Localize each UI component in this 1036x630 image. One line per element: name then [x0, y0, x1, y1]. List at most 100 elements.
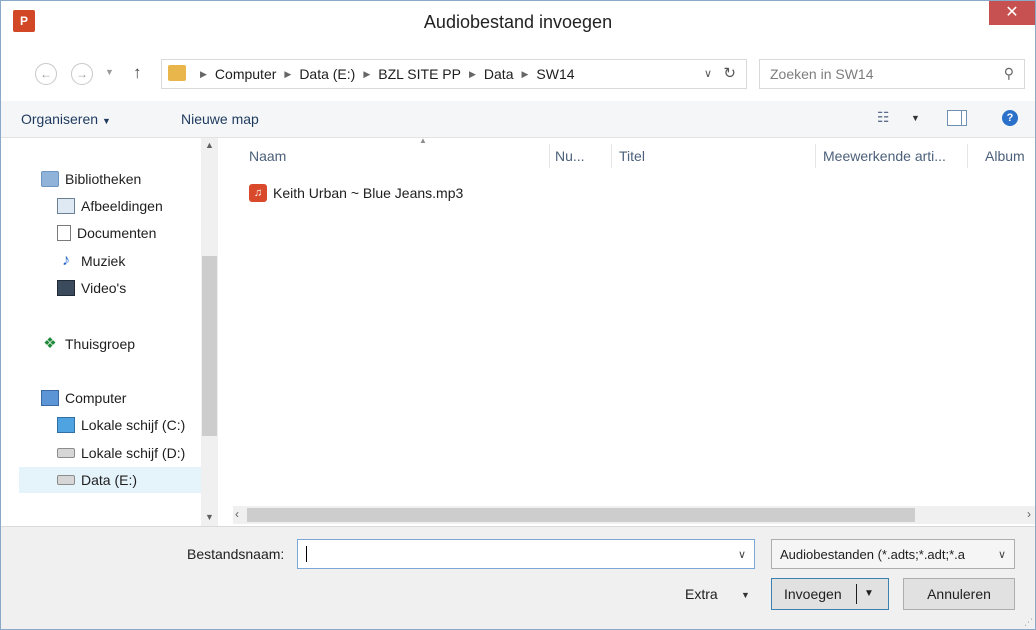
filename-input[interactable]: ∨	[297, 539, 755, 569]
recent-locations-chevron-icon[interactable]: ▼	[105, 67, 114, 77]
sort-ascending-icon: ▲	[419, 136, 427, 145]
up-arrow-icon: ↑	[133, 63, 142, 82]
tree-item-libraries[interactable]: Bibliotheken	[41, 166, 141, 192]
breadcrumb-item[interactable]: Data	[484, 66, 514, 82]
refresh-icon[interactable]: ↻	[723, 64, 736, 82]
tree-item-label: Documenten	[77, 225, 157, 241]
chevron-down-icon: ▼	[102, 116, 111, 126]
dialog-footer: Bestandsnaam: ∨ Audiobestanden (*.adts;*…	[1, 526, 1035, 629]
tools-chevron-down-icon[interactable]: ▼	[741, 590, 750, 600]
tree-item-pictures[interactable]: Afbeeldingen	[57, 193, 163, 219]
cancel-button[interactable]: Annuleren	[903, 578, 1015, 610]
forward-arrow-icon: →	[76, 67, 88, 81]
column-header-title[interactable]: Titel	[619, 148, 645, 164]
file-list-horizontal-scrollbar[interactable]: ‹ ›	[233, 506, 1035, 524]
breadcrumb-item[interactable]: Data (E:)	[299, 66, 355, 82]
list-item[interactable]: ♫ Keith Urban ~ Blue Jeans.mp3	[249, 182, 463, 204]
column-divider[interactable]	[967, 144, 968, 168]
library-icon	[41, 171, 59, 187]
column-divider[interactable]	[549, 144, 550, 168]
forward-button[interactable]: →	[71, 63, 93, 85]
music-icon: ♪	[62, 252, 70, 269]
scroll-thumb[interactable]	[247, 508, 915, 522]
scroll-up-icon[interactable]: ▲	[205, 140, 214, 150]
breadcrumb-separator-icon: ▶	[468, 68, 476, 79]
back-arrow-icon: ←	[40, 67, 52, 81]
audio-file-icon: ♫	[249, 184, 267, 202]
navigation-pane: Bibliotheken Afbeeldingen Documenten ♪ Mu…	[19, 138, 219, 526]
title-bar: P Audiobestand invoegen ✕	[1, 1, 1035, 43]
tree-item-music[interactable]: ♪ Muziek	[57, 248, 125, 274]
address-bar[interactable]: ▶ Computer ▶ Data (E:) ▶ BZL SITE PP ▶ D…	[161, 59, 747, 89]
column-header-album[interactable]: Album	[985, 148, 1025, 164]
scroll-thumb[interactable]	[202, 256, 217, 436]
column-header-number[interactable]: Nu...	[555, 148, 585, 164]
view-options-icon[interactable]: ☷	[877, 109, 890, 126]
navigation-scrollbar[interactable]: ▲ ▼	[201, 138, 218, 526]
column-header-name[interactable]: Naam	[249, 148, 286, 164]
preview-pane-icon[interactable]	[947, 110, 967, 126]
tree-item-drive-d[interactable]: Lokale schijf (D:)	[57, 440, 185, 466]
column-divider[interactable]	[815, 144, 816, 168]
computer-icon	[41, 390, 59, 406]
filename-label: Bestandsnaam:	[187, 546, 285, 562]
tree-item-label: Data (E:)	[81, 472, 138, 488]
insert-options-chevron-icon[interactable]: ▼	[864, 579, 874, 609]
organize-label: Organiseren	[21, 111, 99, 127]
new-folder-button[interactable]: Nieuwe map	[181, 111, 259, 127]
scroll-down-icon[interactable]: ▼	[205, 512, 214, 522]
tree-item-label: Computer	[65, 390, 127, 406]
help-icon[interactable]: ?	[1002, 110, 1018, 126]
command-bar: Organiseren ▼ Nieuwe map ☷ ▼ ?	[1, 101, 1035, 138]
column-divider[interactable]	[611, 144, 612, 168]
column-header-artists[interactable]: Meewerkende arti...	[823, 148, 946, 164]
insert-button[interactable]: Invoegen ▼	[771, 578, 889, 610]
address-row: ← → ▼ ↑ ▶ Computer ▶ Data (E:) ▶ BZL SIT…	[1, 43, 1035, 101]
system-drive-icon	[57, 417, 75, 433]
breadcrumb-item[interactable]: Computer	[215, 66, 276, 82]
view-chevron-down-icon[interactable]: ▼	[911, 113, 920, 123]
search-input[interactable]: Zoeken in SW14 ⚲	[759, 59, 1025, 89]
homegroup-icon: ❖	[43, 335, 57, 352]
close-icon: ✕	[1005, 4, 1019, 21]
pictures-icon	[57, 198, 75, 214]
breadcrumb-separator-icon: ▶	[200, 68, 207, 79]
tree-item-computer[interactable]: Computer	[41, 385, 126, 411]
insert-label: Invoegen	[784, 586, 842, 602]
breadcrumb-separator-icon: ▶	[284, 68, 292, 79]
tree-item-label: Bibliotheken	[65, 171, 142, 187]
up-button[interactable]: ↑	[133, 63, 142, 83]
drive-icon	[57, 475, 75, 485]
documents-icon	[57, 225, 71, 241]
tree-item-drive-c[interactable]: Lokale schijf (C:)	[57, 412, 185, 438]
breadcrumb-item[interactable]: BZL SITE PP	[378, 66, 461, 82]
tree-item-videos[interactable]: Video's	[57, 275, 126, 301]
file-list: ▲ Naam Nu... Titel Meewerkende arti... A…	[233, 136, 1035, 506]
tree-item-label: Thuisgroep	[65, 336, 136, 352]
dialog-title: Audiobestand invoegen	[423, 12, 613, 32]
tree-item-label: Video's	[81, 280, 127, 296]
video-icon	[57, 280, 75, 296]
tree-item-homegroup[interactable]: ❖ Thuisgroep	[41, 331, 135, 357]
search-placeholder: Zoeken in SW14	[770, 66, 874, 82]
breadcrumb-separator-icon: ▶	[521, 68, 529, 79]
tree-item-drive-e[interactable]: Data (E:)	[19, 467, 217, 493]
scroll-right-icon[interactable]: ›	[1027, 507, 1031, 521]
tree-item-label: Afbeeldingen	[81, 198, 163, 214]
tools-button[interactable]: Extra	[685, 586, 718, 602]
organize-button[interactable]: Organiseren ▼	[21, 111, 111, 127]
address-history-chevron-icon[interactable]: ∨	[704, 67, 712, 80]
breadcrumb-item[interactable]: SW14	[536, 66, 574, 82]
browser-area: Bibliotheken Afbeeldingen Documenten ♪ Mu…	[1, 136, 1035, 526]
scroll-left-icon[interactable]: ‹	[235, 507, 239, 521]
file-name: Keith Urban ~ Blue Jeans.mp3	[273, 185, 464, 201]
tree-item-label: Lokale schijf (D:)	[81, 445, 186, 461]
tree-item-label: Lokale schijf (C:)	[81, 417, 186, 433]
tree-item-documents[interactable]: Documenten	[57, 220, 156, 246]
filetype-select[interactable]: Audiobestanden (*.adts;*.adt;*.a ∨	[771, 539, 1015, 569]
resize-grip-icon[interactable]: ⋰	[1024, 617, 1033, 628]
close-button[interactable]: ✕	[989, 1, 1035, 25]
back-button[interactable]: ←	[35, 63, 57, 85]
search-icon[interactable]: ⚲	[1004, 65, 1014, 82]
filename-history-chevron-icon[interactable]: ∨	[738, 548, 746, 561]
